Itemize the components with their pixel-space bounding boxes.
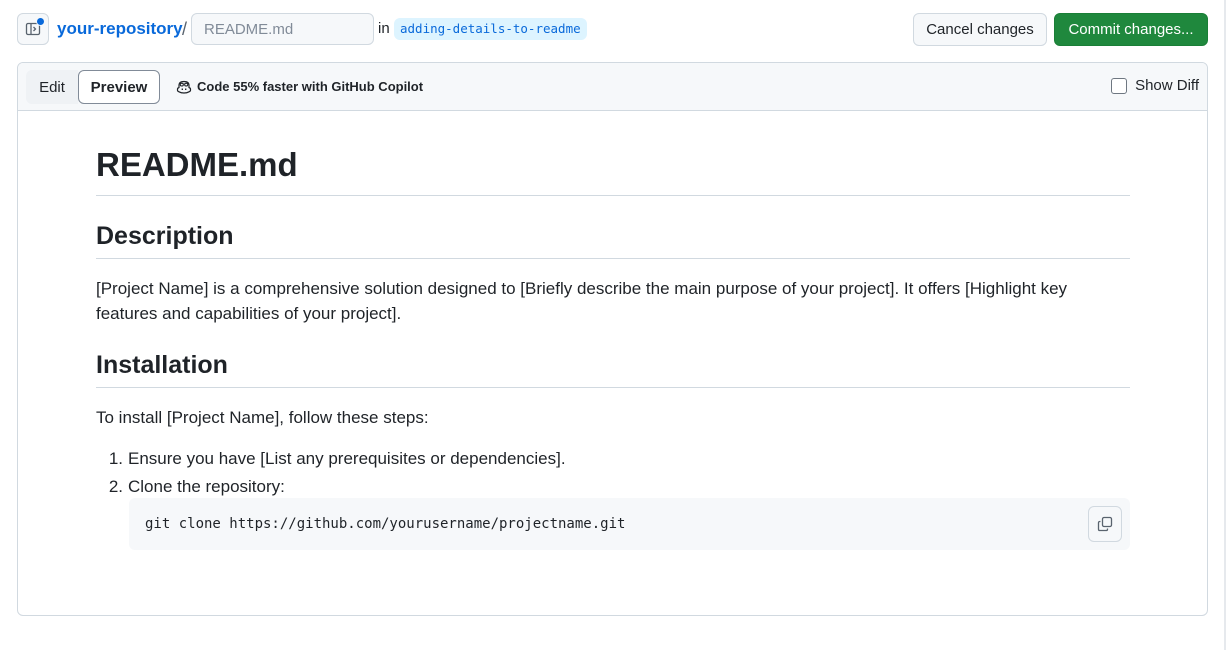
copilot-icon bbox=[176, 80, 192, 94]
list-item-number: 2. bbox=[108, 477, 123, 496]
copilot-promo-text: Code 55% faster with GitHub Copilot bbox=[197, 79, 424, 94]
code-text: git clone https://github.com/yourusernam… bbox=[145, 516, 626, 532]
filename-input[interactable] bbox=[191, 13, 374, 45]
repository-link[interactable]: your-repository bbox=[57, 18, 183, 40]
code-block: git clone https://github.com/yourusernam… bbox=[129, 498, 1130, 550]
list-item-text: Clone the repository: bbox=[128, 477, 285, 496]
editor-tabs: Edit Preview bbox=[26, 70, 160, 104]
show-diff-toggle[interactable]: Show Diff bbox=[1111, 77, 1199, 94]
section-heading-description: Description bbox=[96, 222, 234, 250]
preview-title: README.md bbox=[96, 146, 298, 183]
tab-edit[interactable]: Edit bbox=[26, 70, 78, 104]
path-separator: / bbox=[182, 19, 188, 39]
description-divider bbox=[96, 258, 1130, 259]
section-heading-installation: Installation bbox=[96, 351, 228, 379]
list-item-number: 1. bbox=[108, 449, 123, 468]
in-label: in bbox=[378, 20, 390, 37]
list-item-text: Ensure you have [List any prerequisites … bbox=[128, 449, 566, 468]
tab-preview[interactable]: Preview bbox=[78, 70, 160, 104]
file-editor: Edit Preview Code 55% faster with GitHub… bbox=[17, 62, 1208, 616]
installation-intro: To install [Project Name], follow these … bbox=[96, 408, 429, 427]
editor-toolbar: Edit Preview Code 55% faster with GitHub… bbox=[18, 63, 1207, 111]
show-diff-checkbox[interactable] bbox=[1111, 77, 1128, 94]
sidebar-toggle-button[interactable] bbox=[17, 13, 49, 45]
cancel-changes-button[interactable]: Cancel changes bbox=[913, 13, 1047, 46]
notification-dot bbox=[36, 17, 45, 26]
copy-code-button[interactable] bbox=[1088, 506, 1122, 542]
title-divider bbox=[96, 195, 1130, 196]
copy-icon bbox=[1097, 516, 1113, 532]
list-item: 2. Clone the repository: bbox=[96, 473, 566, 501]
description-text: [Project Name] is a comprehensive soluti… bbox=[96, 279, 1068, 323]
list-item: 1. Ensure you have [List any prerequisit… bbox=[96, 445, 566, 473]
top-bar: your-repository / in adding-details-to-r… bbox=[0, 0, 1226, 58]
commit-changes-button[interactable]: Commit changes... bbox=[1054, 13, 1208, 46]
installation-divider bbox=[96, 387, 1130, 388]
install-steps-list: 1. Ensure you have [List any prerequisit… bbox=[96, 445, 566, 501]
copilot-promo-link[interactable]: Code 55% faster with GitHub Copilot bbox=[176, 78, 423, 96]
show-diff-label: Show Diff bbox=[1135, 77, 1199, 94]
branch-name-badge: adding-details-to-readme bbox=[394, 18, 587, 40]
